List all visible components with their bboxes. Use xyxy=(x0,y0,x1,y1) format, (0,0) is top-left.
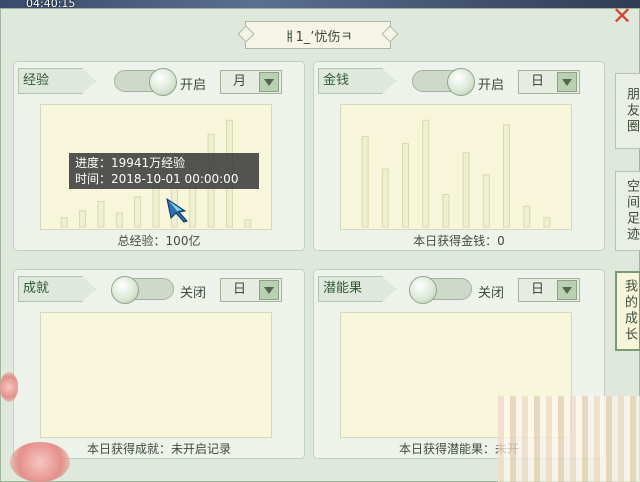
exp-toggle[interactable] xyxy=(114,68,177,96)
window-title: ㅒ1_’忧伤ㅋ xyxy=(245,21,391,49)
exp-bar[interactable] xyxy=(60,217,68,228)
player-name: ㅒ1_’忧伤ㅋ xyxy=(283,29,353,45)
chevron-down-icon[interactable] xyxy=(259,280,279,300)
money-bar[interactable] xyxy=(523,205,531,228)
potential-period-dropdown[interactable]: 日 xyxy=(518,278,580,302)
achievement-toggle[interactable] xyxy=(111,276,174,304)
exp-bar[interactable] xyxy=(97,200,105,228)
money-bar[interactable] xyxy=(462,152,470,228)
toggle-knob xyxy=(111,276,139,304)
money-toggle-label: 开启 xyxy=(478,78,505,93)
money-panel: 金钱 开启 日 本日获得金钱：0 xyxy=(313,61,605,251)
exp-bar[interactable] xyxy=(152,184,160,228)
tooltip-time: 时间：2018-10-01 00:00:00 xyxy=(75,172,239,186)
exp-tooltip: 进度：19941万经验 时间：2018-10-01 00:00:00 xyxy=(69,153,259,189)
exp-toggle-label: 开启 xyxy=(180,78,207,93)
money-bar[interactable] xyxy=(482,174,490,228)
exp-bar[interactable] xyxy=(134,196,142,228)
chevron-down-icon[interactable] xyxy=(259,72,279,92)
lotus-decoration-icon xyxy=(10,442,70,482)
tab-my-growth[interactable]: 我的成长 xyxy=(615,271,640,351)
achievement-chart xyxy=(40,312,272,438)
money-bar[interactable] xyxy=(503,124,510,228)
achievement-toggle-label: 关闭 xyxy=(180,286,207,301)
money-bar[interactable] xyxy=(422,119,430,228)
money-caption: 本日获得金钱：0 xyxy=(413,234,505,248)
exp-bar[interactable] xyxy=(115,212,123,228)
achievement-period-dropdown[interactable]: 日 xyxy=(220,278,282,302)
toggle-knob xyxy=(447,68,475,96)
chevron-down-icon[interactable] xyxy=(557,72,577,92)
exp-bar[interactable] xyxy=(79,210,87,228)
money-bar[interactable] xyxy=(543,217,551,228)
toggle-knob xyxy=(149,68,177,96)
money-bar[interactable] xyxy=(361,136,369,228)
potential-tag: 潜能果 xyxy=(318,276,396,302)
exp-period-value: 月 xyxy=(233,74,247,89)
pointer-cursor-icon xyxy=(166,197,188,223)
money-bar-chart xyxy=(361,119,551,228)
money-toggle[interactable] xyxy=(412,68,475,96)
close-icon[interactable]: ✕ xyxy=(610,4,634,28)
money-bar[interactable] xyxy=(442,194,450,228)
tab-space-footprint[interactable]: 空间足迹 xyxy=(615,171,640,251)
money-chart xyxy=(340,104,572,230)
exp-caption: 总经验：100亿 xyxy=(117,234,201,248)
chevron-down-icon[interactable] xyxy=(557,280,577,300)
potential-toggle-label: 关闭 xyxy=(478,286,505,301)
money-tag: 金钱 xyxy=(318,68,396,94)
achievement-tag: 成就 xyxy=(18,276,96,302)
tab-friend-circle[interactable]: 朋友圈 xyxy=(615,73,640,149)
flower-decoration-icon xyxy=(0,372,18,402)
achievement-period-value: 日 xyxy=(233,282,247,297)
potential-period-value: 日 xyxy=(531,282,545,297)
mosaic-overlay xyxy=(498,396,640,482)
money-period-dropdown[interactable]: 日 xyxy=(518,70,580,94)
tooltip-progress: 进度：19941万经验 xyxy=(75,156,186,170)
money-period-value: 日 xyxy=(531,74,545,89)
potential-toggle[interactable] xyxy=(409,276,472,304)
money-bar[interactable] xyxy=(381,168,389,228)
money-bar[interactable] xyxy=(402,142,409,228)
toggle-knob xyxy=(409,276,437,304)
exp-bar[interactable] xyxy=(244,219,252,228)
exp-tag: 经验 xyxy=(18,68,96,94)
exp-period-dropdown[interactable]: 月 xyxy=(220,70,282,94)
achievement-panel: 成就 关闭 日 本日获得成就：未开启记录 xyxy=(13,269,305,459)
